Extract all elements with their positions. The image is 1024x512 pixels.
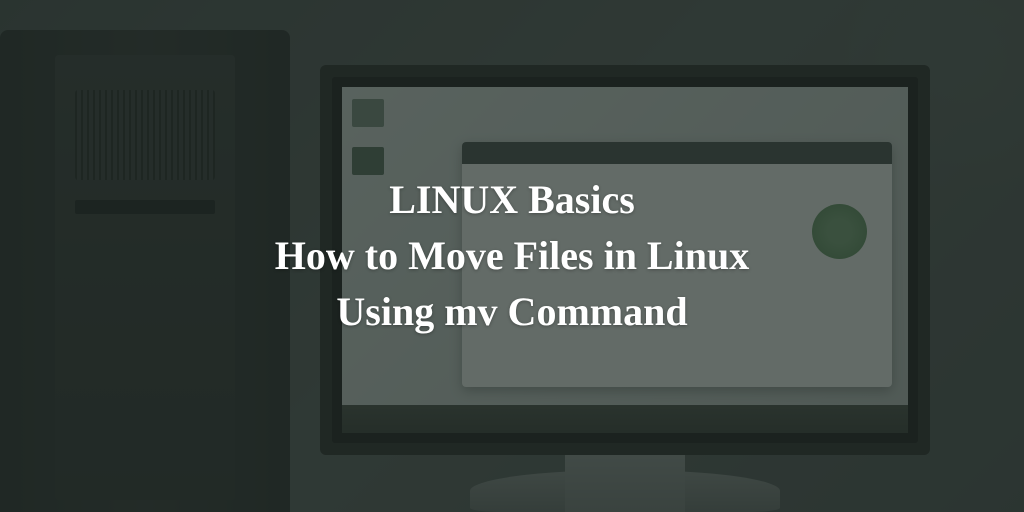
title-line-2: How to Move Files in Linux [275, 230, 749, 282]
title-line-3: Using mv Command [336, 286, 687, 338]
title-container: LINUX Basics How to Move Files in Linux … [0, 0, 1024, 512]
title-line-1: LINUX Basics [389, 174, 635, 226]
